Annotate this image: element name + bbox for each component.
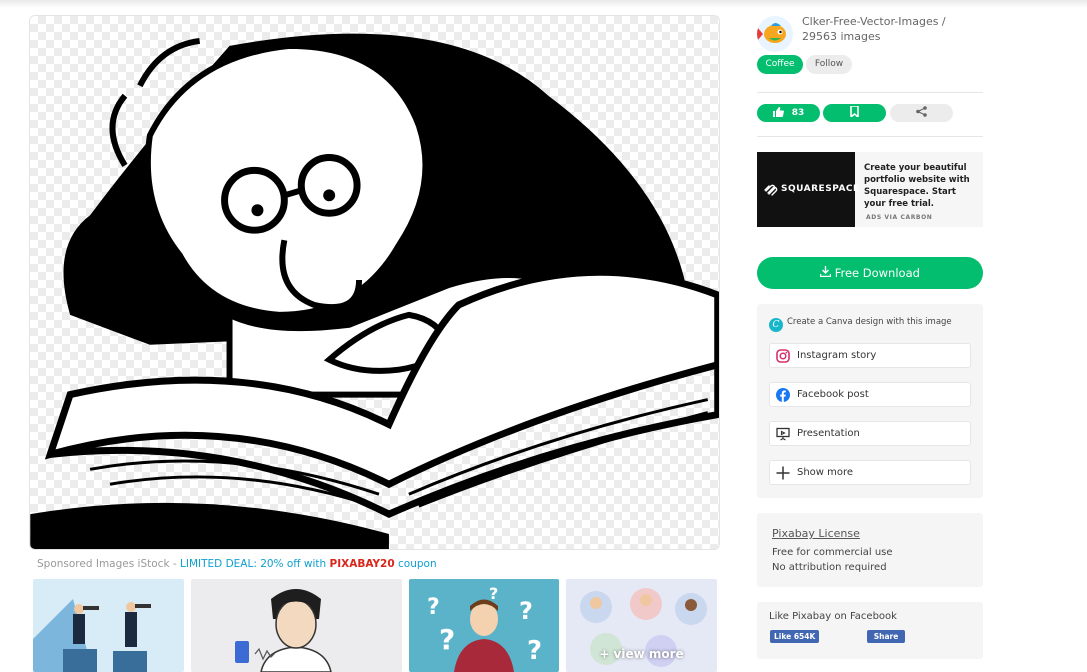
svg-text:?: ? bbox=[427, 595, 440, 620]
facebook-title: Like Pixabay on Facebook bbox=[769, 611, 897, 622]
binoculars-businesspeople-image bbox=[33, 579, 184, 672]
license-attribution: No attribution required bbox=[772, 562, 887, 573]
bookmark-button[interactable] bbox=[823, 104, 886, 122]
sponsored-prefix: Sponsored Images iStock - bbox=[37, 558, 180, 570]
coffee-button[interactable]: Coffee bbox=[757, 55, 803, 74]
man-with-phone-image bbox=[191, 579, 402, 672]
free-download-button[interactable]: Free Download bbox=[757, 257, 983, 289]
canva-presentation[interactable]: Presentation bbox=[769, 421, 971, 446]
canva-item-label: Facebook post bbox=[797, 389, 869, 400]
coupon-suffix[interactable]: coupon bbox=[395, 558, 437, 570]
canva-heading-text: Create a Canva design with this image bbox=[787, 317, 952, 327]
top-bar bbox=[0, 0, 1087, 8]
instagram-icon bbox=[776, 349, 790, 363]
canva-heading: C Create a Canva design with this image bbox=[769, 317, 952, 332]
canva-instagram-story[interactable]: Instagram story bbox=[769, 343, 971, 368]
fish-icon bbox=[757, 23, 786, 43]
license-link[interactable]: Pixabay License bbox=[772, 527, 860, 540]
carbon-ad[interactable]: SQUARESPACE Create your beautiful portfo… bbox=[757, 152, 983, 227]
canva-icon: C bbox=[769, 318, 783, 332]
canva-item-label: Instagram story bbox=[797, 350, 877, 361]
canva-show-more[interactable]: Show more bbox=[769, 460, 971, 485]
divider bbox=[757, 136, 983, 137]
canva-facebook-post[interactable]: Facebook post bbox=[769, 382, 971, 407]
confused-man-question-marks-image: ? ? ? ? ? bbox=[409, 579, 559, 672]
avatar[interactable] bbox=[757, 16, 793, 52]
like-count: 83 bbox=[791, 108, 805, 118]
ad-text[interactable]: Create your beautiful portfolio website … bbox=[864, 162, 976, 210]
bookmark-icon bbox=[850, 105, 859, 119]
deal-link[interactable]: LIMITED DEAL: 20% off with bbox=[180, 558, 330, 570]
plus-icon bbox=[776, 466, 790, 480]
like-button[interactable]: 83 bbox=[757, 104, 820, 122]
follow-button[interactable]: Follow bbox=[806, 55, 852, 74]
reading-man-illustration bbox=[30, 33, 719, 549]
sponsored-line: Sponsored Images iStock - LIMITED DEAL: … bbox=[37, 558, 437, 570]
facebook-panel: Like Pixabay on Facebook Like 654K Share bbox=[757, 602, 983, 659]
sponsored-thumbnail-4[interactable]: + view more bbox=[566, 579, 717, 672]
license-commercial: Free for commercial use bbox=[772, 547, 893, 558]
squarespace-logo: SQUARESPACE bbox=[757, 152, 859, 227]
share-icon bbox=[916, 106, 927, 117]
squarespace-icon bbox=[764, 184, 778, 196]
canva-panel: C Create a Canva design with this image I… bbox=[757, 304, 983, 498]
user-name[interactable]: Clker-Free-Vector-Images / 29563 images bbox=[802, 14, 983, 44]
sponsored-thumbnail-1[interactable] bbox=[33, 579, 184, 672]
download-icon bbox=[819, 266, 832, 278]
main-image[interactable] bbox=[29, 15, 720, 550]
canva-item-label: Presentation bbox=[797, 428, 860, 439]
user-info: Clker-Free-Vector-Images / 29563 images bbox=[757, 14, 983, 54]
license-panel: Pixabay License Free for commercial use … bbox=[757, 513, 983, 587]
sponsored-thumbnail-3[interactable]: ? ? ? ? ? bbox=[409, 579, 559, 672]
sponsored-thumbnail-2[interactable] bbox=[191, 579, 402, 672]
svg-text:?: ? bbox=[489, 584, 498, 603]
facebook-like-button[interactable]: Like 654K bbox=[770, 630, 820, 643]
facebook-share-button[interactable]: Share bbox=[867, 630, 905, 643]
canva-item-label: Show more bbox=[797, 467, 854, 478]
divider bbox=[757, 92, 983, 93]
facebook-icon bbox=[776, 388, 790, 402]
svg-text:?: ? bbox=[527, 636, 542, 666]
thumbs-up-icon bbox=[772, 107, 784, 117]
presentation-icon bbox=[776, 427, 790, 441]
svg-text:?: ? bbox=[519, 597, 533, 625]
share-button[interactable] bbox=[890, 104, 953, 122]
svg-text:?: ? bbox=[439, 623, 455, 656]
view-more-link[interactable]: + view more bbox=[566, 647, 717, 661]
ad-brand: SQUARESPACE bbox=[781, 184, 860, 194]
download-label: Free Download bbox=[834, 266, 920, 280]
ads-via-carbon[interactable]: ADS VIA CARBON bbox=[866, 214, 932, 221]
coupon-code[interactable]: PIXABAY20 bbox=[330, 558, 395, 570]
